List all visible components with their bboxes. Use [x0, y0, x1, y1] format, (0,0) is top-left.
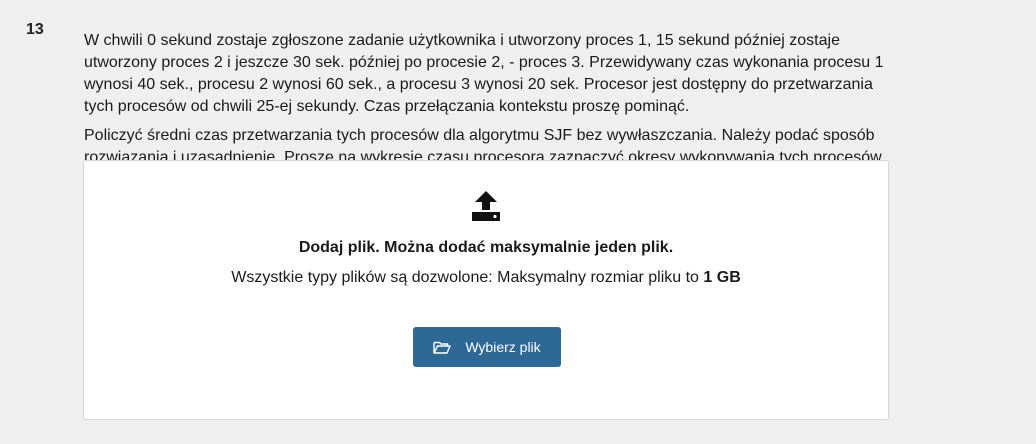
choose-file-label: Wybierz plik: [465, 339, 541, 355]
choose-file-button[interactable]: Wybierz plik: [413, 327, 561, 367]
max-file-size: 1 GB: [703, 269, 741, 286]
question-number: 13: [26, 21, 44, 38]
upload-icon: [470, 190, 502, 222]
upload-info-text: Wszystkie typy plików są dozwolone: Maks…: [231, 269, 704, 286]
upload-title: Dodaj plik. Można dodać maksymalnie jede…: [298, 239, 674, 256]
file-upload-dropzone[interactable]: Dodaj plik. Można dodać maksymalnie jede…: [83, 160, 889, 420]
question-text: W chwili 0 sekund zostaje zgłoszone zada…: [84, 30, 894, 176]
question-paragraph: W chwili 0 sekund zostaje zgłoszone zada…: [84, 32, 884, 115]
folder-open-icon: [433, 340, 452, 354]
upload-info: Wszystkie typy plików są dozwolone: Maks…: [84, 269, 888, 287]
